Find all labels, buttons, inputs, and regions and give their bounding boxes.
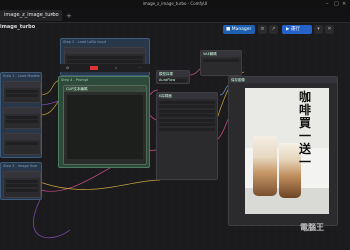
coffee-cup-left (253, 136, 277, 196)
manager-label: Manager (231, 27, 252, 32)
stop-icon[interactable]: ✕ (325, 25, 334, 34)
run-button[interactable]: ▶ 運行 (282, 25, 312, 34)
lora-field[interactable] (67, 55, 143, 59)
batch-field[interactable] (6, 188, 38, 192)
unet-field[interactable] (6, 89, 38, 93)
settings-icon[interactable]: ⚙ (66, 66, 69, 70)
group-lora-label: Step 2 - Load LoRA input (63, 40, 107, 44)
latent-header (4, 172, 40, 178)
dropdown-icon[interactable]: ▾ (314, 25, 323, 34)
maximize-icon[interactable]: □ (334, 1, 339, 7)
manager-button[interactable]: ■ Manager (223, 25, 255, 34)
ksampler-node[interactable]: K採樣器 (156, 92, 218, 180)
unet-dtype-field[interactable] (6, 94, 38, 97)
denoise-field[interactable] (159, 127, 215, 131)
clip-loader-header (4, 108, 40, 114)
lora-strength-field[interactable] (67, 60, 143, 63)
group-size-label: Step 3 - Image Size (3, 164, 38, 168)
clip-field[interactable] (6, 115, 38, 119)
tab-bar: image_z_image_turbo × + (0, 8, 350, 23)
group-models[interactable]: Step 1 - Load Models (0, 72, 42, 158)
group-prompt-label: Step 4 - Prompt (61, 78, 89, 82)
window-title: image_z_image_turbo - ComfyUI (142, 1, 208, 6)
group-size[interactable]: Step 3 - Image Size (0, 162, 42, 200)
close-window-icon[interactable]: × (342, 1, 346, 7)
vae-loader-header (4, 134, 40, 140)
record-icon[interactable] (90, 66, 98, 70)
latent-node[interactable] (3, 171, 41, 198)
vae-decode-field[interactable] (203, 58, 239, 62)
cfg-field[interactable] (159, 114, 215, 117)
unet-loader-header (4, 82, 40, 88)
lora-node-header (65, 48, 145, 54)
preview-overlay-text: 咖啡買一送一 (298, 90, 311, 169)
add-tab-icon[interactable]: + (66, 12, 72, 20)
vae-decode-header: VAE解碼 (201, 51, 241, 57)
watermark-logo: 電腦王 (300, 223, 324, 232)
clip-type-field[interactable] (6, 120, 38, 123)
sampler-field[interactable] (159, 118, 215, 122)
model-sampling-node[interactable]: 模型採樣 AuraFlow (156, 70, 190, 84)
group-models-label: Step 1 - Load Models (3, 74, 40, 78)
control-field[interactable] (159, 105, 215, 108)
window-titlebar: image_z_image_turbo - ComfyUI – □ × (0, 0, 350, 8)
ksampler-header: K採樣器 (157, 93, 217, 99)
model-sampling-header: 模型採樣 AuraFlow (157, 71, 189, 82)
steps-field[interactable] (159, 109, 215, 113)
height-field[interactable] (6, 184, 38, 187)
tab-close-icon[interactable]: × (50, 10, 54, 21)
group-prompt[interactable]: Step 4 - Prompt CLIP文本編碼 (58, 76, 150, 168)
preview-image[interactable] (245, 88, 329, 214)
share-icon[interactable]: ↗ (269, 25, 278, 34)
more-icon[interactable]: ⋯ (138, 66, 142, 70)
vae-loader-node[interactable] (3, 133, 41, 155)
vae-field[interactable] (6, 141, 38, 145)
workflow-title: image_turbo (0, 24, 36, 30)
seed-field[interactable] (159, 100, 215, 104)
clip-loader-node[interactable] (3, 107, 41, 129)
unet-loader-node[interactable] (3, 81, 41, 103)
link-icon[interactable]: ⌗ (115, 66, 117, 70)
node-toolbar: ⚙ ⌗ ⋯ (60, 64, 150, 72)
vae-decode-node[interactable]: VAE解碼 (200, 50, 242, 76)
scheduler-field[interactable] (159, 123, 215, 126)
save-image-header: 保存圖像 (229, 77, 337, 83)
prompt-node-header: CLIP文本編碼 (64, 86, 146, 92)
width-field[interactable] (6, 179, 38, 183)
prompt-node[interactable]: CLIP文本編碼 (63, 85, 147, 165)
tab-workflow[interactable]: image_z_image_turbo × (0, 10, 62, 21)
queue-icon[interactable]: ≡ (258, 25, 267, 34)
run-label: 運行 (290, 27, 300, 32)
prompt-textarea[interactable] (67, 95, 143, 159)
minimize-icon[interactable]: – (326, 1, 329, 7)
